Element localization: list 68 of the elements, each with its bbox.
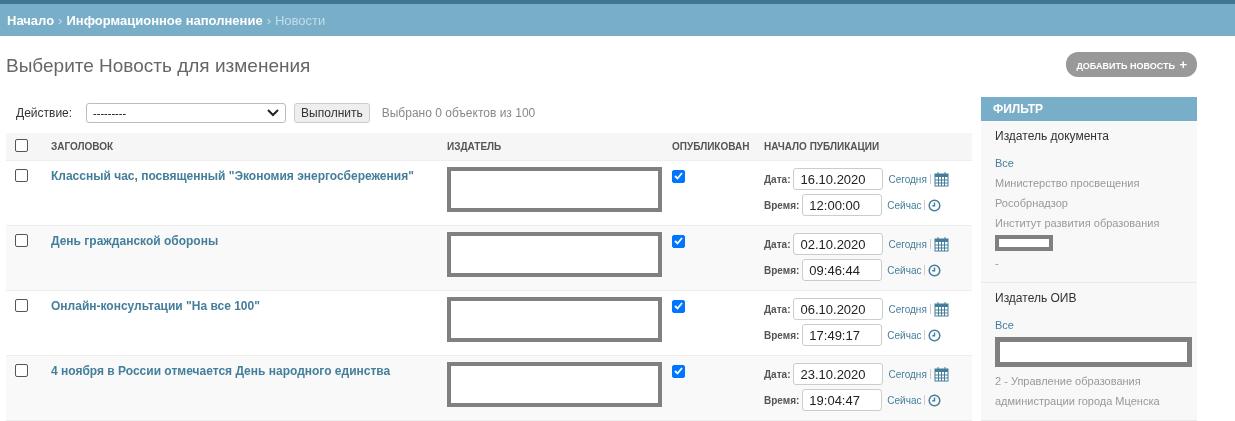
select-all-checkbox[interactable] bbox=[15, 139, 28, 152]
column-header[interactable]: ИЗДАТЕЛЬ bbox=[447, 141, 502, 152]
filter-group-title: Издатель ОИВ bbox=[995, 291, 1077, 305]
news-title-link[interactable]: День гражданской обороны bbox=[51, 234, 219, 248]
time-input[interactable]: 12:00:00 bbox=[802, 194, 883, 216]
date-input[interactable]: 06.10.2020 bbox=[793, 298, 884, 320]
published-checkbox[interactable] bbox=[672, 364, 685, 378]
news-title-link[interactable]: 4 ноября в России отмечается День народного единства bbox=[51, 364, 391, 378]
date-label: Дата: bbox=[764, 173, 791, 185]
calendar-icon[interactable] bbox=[933, 301, 949, 317]
date-label: Дата: bbox=[764, 303, 791, 315]
chevron-down-icon bbox=[267, 109, 280, 117]
now-link[interactable]: Сейчас bbox=[887, 329, 922, 341]
selection-counter: Выбрано 0 объектов из 100 bbox=[381, 106, 536, 120]
time-label: Время: bbox=[764, 264, 800, 276]
date-label: Дата: bbox=[764, 368, 791, 380]
clock-icon[interactable] bbox=[928, 198, 942, 212]
add-news-button[interactable]: ДОБАВИТЬ НОВОСТЬ + bbox=[1066, 52, 1197, 77]
clock-icon[interactable] bbox=[928, 263, 942, 277]
today-link[interactable]: Сегодня bbox=[888, 238, 927, 250]
time-label: Время: bbox=[764, 329, 800, 341]
filter-option[interactable]: - bbox=[995, 253, 999, 273]
row-checkbox[interactable] bbox=[15, 169, 28, 182]
filter-option[interactable]: Рособрнадзор bbox=[995, 193, 1068, 213]
calendar-icon[interactable] bbox=[933, 236, 949, 252]
breadcrumb-separator: › bbox=[266, 12, 271, 28]
filter-group-title: Издатель документа bbox=[995, 129, 1109, 143]
filter-option[interactable]: Все bbox=[995, 315, 1014, 335]
filter-option[interactable]: Институт развития образования bbox=[995, 213, 1160, 233]
time-input[interactable]: 17:49:17 bbox=[802, 324, 883, 346]
filter-option[interactable]: 2 - Управление образования администрации города Мценска bbox=[995, 371, 1183, 411]
action-label: Действие: bbox=[16, 106, 73, 120]
row-checkbox[interactable] bbox=[15, 364, 28, 377]
date-label: Дата: bbox=[764, 238, 791, 250]
news-title-link[interactable]: Онлайн-консультации "На все 100" bbox=[51, 299, 260, 313]
now-link[interactable]: Сейчас bbox=[887, 394, 922, 406]
filter-title: ФИЛЬТР bbox=[981, 97, 1197, 121]
column-header[interactable]: ЗАГОЛОВОК bbox=[51, 141, 114, 152]
calendar-icon[interactable] bbox=[933, 366, 949, 382]
current-page-label: Новости bbox=[274, 12, 326, 28]
time-input[interactable]: 19:04:47 bbox=[802, 389, 883, 411]
date-input[interactable]: 23.10.2020 bbox=[793, 363, 884, 385]
published-checkbox[interactable] bbox=[672, 299, 685, 313]
date-input[interactable]: 16.10.2020 bbox=[793, 168, 884, 190]
today-link[interactable]: Сегодня bbox=[888, 303, 927, 315]
today-link[interactable]: Сегодня bbox=[888, 368, 927, 380]
time-label: Время: bbox=[764, 199, 800, 211]
action-select[interactable]: --------- bbox=[86, 103, 287, 123]
page-title: Выберите Новость для изменения bbox=[6, 55, 312, 77]
time-input[interactable]: 09:46:44 bbox=[802, 259, 883, 281]
time-label: Время: bbox=[764, 394, 800, 406]
clock-icon[interactable] bbox=[928, 328, 942, 342]
redaction-block bbox=[995, 235, 1053, 251]
now-link[interactable]: Сейчас bbox=[887, 199, 922, 211]
clock-icon[interactable] bbox=[928, 393, 942, 407]
calendar-icon[interactable] bbox=[933, 171, 949, 187]
news-title-link[interactable]: Классный час, посвященный "Экономия энергосбережения" bbox=[51, 169, 414, 183]
run-button[interactable]: Выполнить bbox=[294, 103, 370, 123]
published-checkbox[interactable] bbox=[672, 234, 685, 248]
today-link[interactable]: Сегодня bbox=[888, 173, 927, 185]
breadcrumb-separator: › bbox=[58, 12, 63, 28]
row-checkbox[interactable] bbox=[15, 299, 28, 312]
date-input[interactable]: 02.10.2020 bbox=[793, 233, 884, 255]
filter-option[interactable]: Министерство просвещения bbox=[995, 173, 1140, 193]
filter-option[interactable]: Все bbox=[995, 153, 1014, 173]
now-link[interactable]: Сейчас bbox=[887, 264, 922, 276]
published-checkbox[interactable] bbox=[672, 169, 685, 183]
row-checkbox[interactable] bbox=[15, 234, 28, 247]
